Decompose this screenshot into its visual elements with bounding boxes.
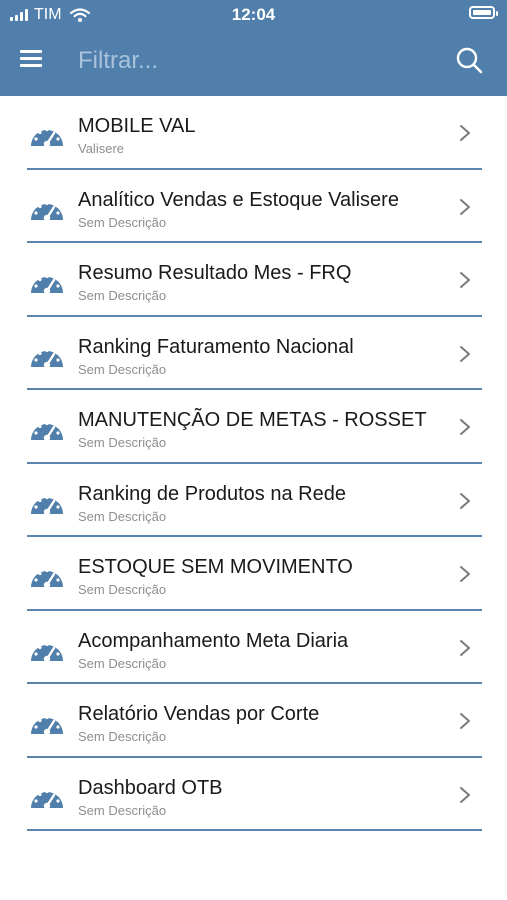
item-subtitle: Sem Descrição: [78, 802, 167, 818]
dashboard-gauge-icon: [31, 568, 63, 589]
battery-icon: [469, 6, 498, 19]
item-subtitle: Sem Descrição: [78, 729, 167, 744]
item-subtitle: Valisere: [78, 141, 125, 156]
dashboard-list: MOBILE VAL Valisere Analítico Vendas e E…: [0, 96, 507, 831]
item-title: MANUTENÇÃO DE METAS - ROSSET: [78, 409, 427, 431]
app-header: TIM 12:04: [0, 0, 507, 96]
list-item-1[interactable]: MOBILE VAL Valisere: [0, 96, 507, 170]
item-subtitle: Sem Descrição: [78, 582, 167, 597]
list-item-9[interactable]: Relatório Vendas por Corte Sem Descrição: [0, 684, 507, 758]
dashboard-gauge-icon: [31, 715, 63, 736]
status-bar: TIM 12:04: [0, 0, 507, 30]
item-title: Resumo Resultado Mes - FRQ: [78, 262, 352, 284]
dashboard-gauge-icon: [31, 274, 63, 295]
status-time: 12:04: [231, 5, 276, 24]
list-item-7[interactable]: ESTOQUE SEM MOVIMENTO Sem Descrição: [0, 537, 507, 611]
dashboard-gauge-icon: [31, 201, 63, 221]
list-item-5[interactable]: MANUTENÇÃO DE METAS - ROSSET Sem Descriç…: [0, 390, 507, 464]
chevron-right-icon: [460, 786, 470, 803]
item-subtitle: Sem Descrição: [78, 361, 167, 377]
dashboard-gauge-icon: [31, 127, 63, 148]
chevron-right-icon: [460, 345, 470, 362]
chevron-right-icon: [460, 566, 470, 582]
filter-input[interactable]: [78, 44, 438, 78]
chevron-right-icon: [460, 198, 470, 215]
dashboard-gauge-icon: [31, 642, 63, 662]
item-subtitle: Sem Descrição: [78, 508, 167, 524]
chevron-right-icon: [460, 125, 470, 141]
item-divider: [27, 829, 482, 831]
hamburger-menu-icon[interactable]: [20, 48, 44, 70]
dashboard-gauge-icon: [31, 495, 63, 515]
list-item-4[interactable]: Ranking Faturamento Nacional Sem Descriç…: [0, 317, 507, 390]
list-item-10[interactable]: Dashboard OTB Sem Descrição: [0, 758, 507, 831]
item-title: Acompanhamento Meta Diaria: [78, 629, 349, 652]
dashboard-gauge-icon: [31, 421, 63, 442]
item-title: MOBILE VAL: [78, 115, 196, 137]
item-title: Analítico Vendas e Estoque Valisere: [78, 188, 399, 211]
chevron-right-icon: [460, 713, 470, 729]
list-item-8[interactable]: Acompanhamento Meta Diaria Sem Descrição: [0, 611, 507, 684]
chevron-right-icon: [460, 492, 470, 509]
dashboard-gauge-icon: [31, 789, 63, 809]
search-icon[interactable]: [455, 46, 483, 74]
item-subtitle: Sem Descrição: [78, 288, 167, 303]
list-item-2[interactable]: Analítico Vendas e Estoque Valisere Sem …: [0, 170, 507, 243]
item-subtitle: Sem Descrição: [78, 214, 167, 230]
list-item-6[interactable]: Ranking de Produtos na Rede Sem Descriçã…: [0, 464, 507, 537]
dashboard-gauge-icon: [31, 348, 63, 368]
item-subtitle: Sem Descrição: [78, 655, 167, 671]
item-title: ESTOQUE SEM MOVIMENTO: [78, 556, 353, 578]
chevron-right-icon: [460, 419, 470, 435]
chevron-right-icon: [460, 272, 470, 288]
item-title: Dashboard OTB: [78, 776, 223, 799]
item-title: Ranking de Produtos na Rede: [78, 482, 346, 505]
item-title: Ranking Faturamento Nacional: [78, 335, 354, 358]
item-title: Relatório Vendas por Corte: [78, 703, 320, 725]
item-subtitle: Sem Descrição: [78, 435, 167, 450]
chevron-right-icon: [460, 639, 470, 656]
list-item-3[interactable]: Resumo Resultado Mes - FRQ Sem Descrição: [0, 243, 507, 317]
